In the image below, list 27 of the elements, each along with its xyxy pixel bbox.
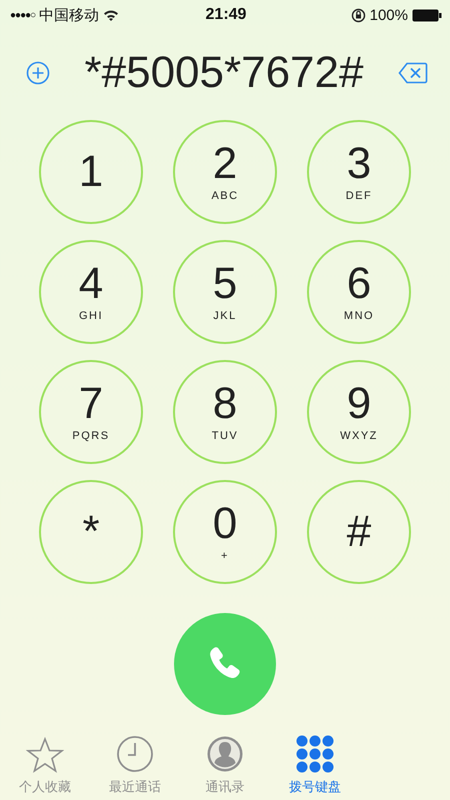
keypad-key[interactable]: 1 <box>39 120 143 224</box>
keypad-key[interactable]: 9 WXYZ <box>307 360 411 464</box>
keypad-key[interactable]: 6 MNO <box>307 240 411 344</box>
dialed-number: *#5005*7672# <box>84 48 364 98</box>
keypad-key[interactable]: 4 GHI <box>39 240 143 344</box>
delete-icon[interactable] <box>398 62 428 84</box>
wifi-icon <box>103 9 120 21</box>
battery-icon <box>412 8 442 22</box>
tab[interactable]: 拨号键盘 <box>270 738 360 798</box>
keypad-key[interactable]: 2 ABC <box>173 120 277 224</box>
add-contact-icon[interactable] <box>26 60 50 84</box>
clock-icon <box>116 735 154 773</box>
keypad-icon <box>296 735 334 773</box>
rotation-lock-icon <box>350 8 366 22</box>
carrier-name: 中国移动 <box>39 6 100 24</box>
contact-icon <box>206 735 244 773</box>
signal-strength: ●●●●○ <box>10 10 36 20</box>
keypad-key[interactable]: # <box>307 480 411 584</box>
keypad-key[interactable]: * <box>39 480 143 584</box>
clock-time: 21:49 <box>206 6 246 24</box>
keypad-key[interactable]: 5 JKL <box>173 240 277 344</box>
keypad-key[interactable]: 7 PQRS <box>39 360 143 464</box>
keypad-key[interactable]: 8 TUV <box>173 360 277 464</box>
battery-percent: 100% <box>370 6 408 24</box>
keypad-key[interactable]: 3 DEF <box>307 120 411 224</box>
keypad-key[interactable]: 0 + <box>173 480 277 584</box>
star-icon <box>26 737 64 773</box>
